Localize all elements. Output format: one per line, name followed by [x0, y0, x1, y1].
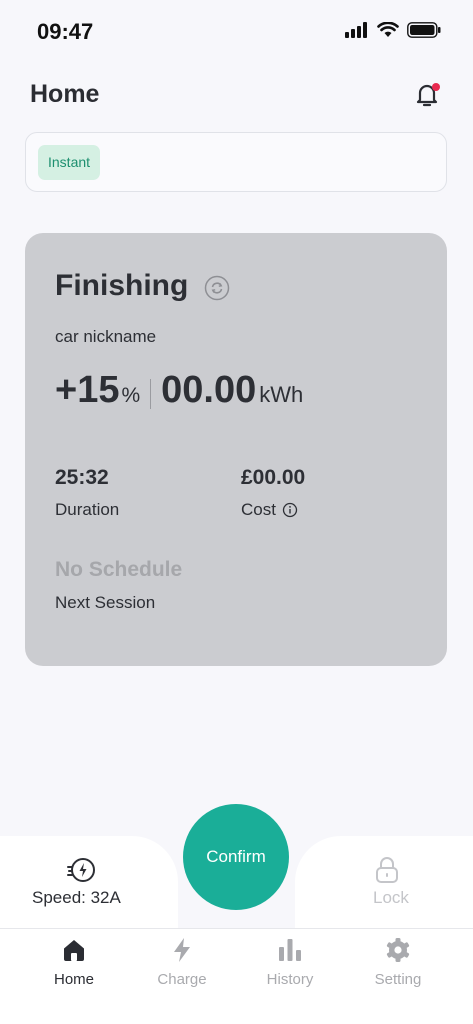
tab-history-label: History — [266, 971, 314, 988]
duration-label-text: Duration — [55, 500, 120, 519]
tab-setting[interactable]: Setting — [353, 929, 443, 999]
refresh-icon[interactable] — [204, 275, 230, 301]
tab-history[interactable]: History — [245, 929, 335, 999]
notification-dot — [432, 83, 440, 91]
energy-value: 00.00 — [161, 369, 257, 411]
schedule-label: Next Session — [55, 593, 156, 612]
info-icon[interactable] — [282, 502, 298, 518]
charging-status-title: Finishing — [55, 269, 189, 302]
cost-label: Cost — [241, 500, 298, 520]
confirm-button[interactable]: Confirm — [183, 804, 289, 910]
lock-label: Lock — [373, 888, 409, 907]
wifi-icon — [377, 22, 399, 37]
tab-charge-label: Charge — [157, 971, 207, 988]
charge-percent-unit: % — [121, 384, 141, 407]
schedule-value: No Schedule — [55, 558, 183, 581]
tab-home-label: Home — [53, 971, 94, 988]
lock-icon — [376, 857, 398, 883]
status-bar: 09:47 — [0, 0, 473, 60]
car-nickname: car nickname — [55, 327, 157, 346]
duration-label: Duration — [55, 500, 119, 520]
charge-percent-value: +15 — [55, 369, 120, 411]
bottom-tab-bar: Home Charge History Setting — [0, 928, 473, 1024]
signal-icon — [345, 22, 367, 38]
cost-value: £00.00 — [241, 466, 306, 489]
status-icons — [345, 22, 441, 38]
tab-setting-label: Setting — [374, 971, 422, 988]
stats-divider — [150, 378, 152, 409]
charging-status-card: Finishing car nickname +15 % 00.00 kWh 2… — [25, 233, 447, 666]
page-title: Home — [30, 80, 100, 108]
duration-value: 25:32 — [55, 466, 109, 489]
tab-charge[interactable]: Charge — [137, 929, 227, 999]
notification-bell-icon[interactable] — [412, 80, 442, 110]
speed-label: Speed: 32A — [32, 888, 121, 907]
tab-home[interactable]: Home — [29, 929, 119, 999]
bar-chart-icon — [279, 939, 301, 961]
cost-label-text: Cost — [241, 500, 276, 519]
speed-gauge-icon — [67, 858, 95, 882]
status-time: 09:47 — [37, 19, 94, 44]
energy-unit: kWh — [259, 382, 304, 407]
charge-mode-selector[interactable]: Instant — [25, 132, 447, 192]
lock-control[interactable] — [295, 836, 473, 928]
mode-chip-instant[interactable]: Instant — [38, 145, 101, 180]
speed-control[interactable]: Speed: 32A — [0, 836, 178, 928]
bolt-icon — [174, 938, 190, 962]
gear-icon — [386, 938, 410, 962]
battery-icon — [407, 22, 441, 38]
home-icon — [64, 940, 84, 961]
charge-stats-row: +15 % 00.00 kWh — [55, 369, 303, 412]
